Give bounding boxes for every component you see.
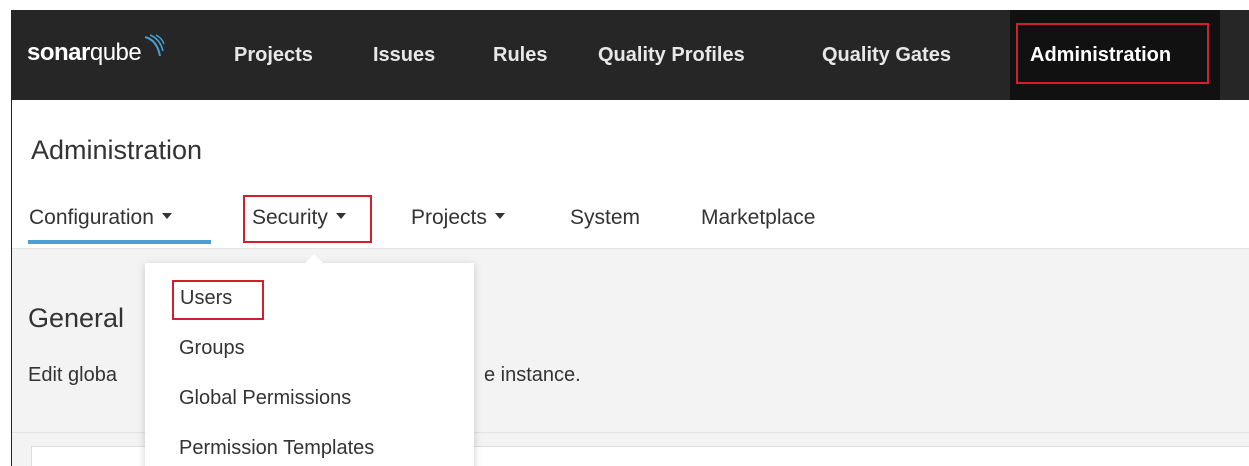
security-dropdown-menu: Users Groups Global Permissions Permissi… [145,254,474,466]
section-description-end: e instance. [484,364,581,386]
tab-projects-label: Projects [411,206,487,229]
tab-projects[interactable]: Projects [411,206,505,230]
section-title: General [28,303,125,333]
tab-configuration-active-underline [28,240,211,244]
menu-item-global-permissions[interactable]: Global Permissions [179,387,351,410]
page-title: Administration [31,135,203,165]
caret-down-icon [494,213,505,220]
sonarqube-logo[interactable]: sonar qube [27,33,165,73]
caret-down-icon [161,213,172,220]
tab-configuration-label: Configuration [29,206,154,229]
menu-item-users[interactable]: Users [180,287,232,310]
app-window: sonar qube Projects Issues Rules Quality … [11,10,1249,466]
logo-waves-icon [144,34,165,57]
nav-quality-profiles[interactable]: Quality Profiles [598,44,745,67]
section-description-start: Edit globa [28,364,117,386]
tab-system[interactable]: System [570,206,640,230]
nav-administration[interactable]: Administration [1010,10,1220,100]
nav-rules[interactable]: Rules [493,44,547,67]
menu-item-permission-templates[interactable]: Permission Templates [179,437,374,460]
nav-issues[interactable]: Issues [373,44,435,67]
logo-text-light: qube [89,39,142,66]
nav-projects[interactable]: Projects [234,44,313,67]
menu-item-groups[interactable]: Groups [179,337,245,360]
nav-administration-label: Administration [1030,44,1172,66]
tab-marketplace[interactable]: Marketplace [701,206,815,230]
top-navigation-bar: sonar qube Projects Issues Rules Quality … [12,10,1249,100]
page-header: Administration Configuration Security Pr… [12,100,1249,249]
security-highlight-box [243,195,372,243]
tab-configuration[interactable]: Configuration [29,206,172,230]
nav-quality-gates[interactable]: Quality Gates [822,44,951,67]
logo-text-bold: sonar [27,39,90,66]
